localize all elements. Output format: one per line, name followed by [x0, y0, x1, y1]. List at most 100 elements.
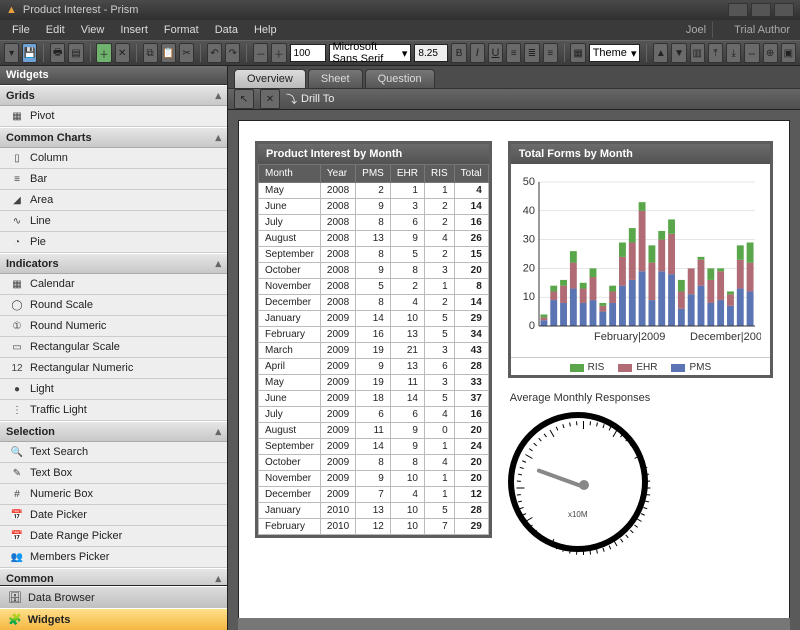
table-row[interactable]: December200884214: [259, 295, 489, 311]
table-row[interactable]: January20091410529: [259, 311, 489, 327]
align-right-icon[interactable]: ≡: [543, 43, 558, 63]
widget-item-bar[interactable]: ≡Bar: [0, 169, 227, 190]
widget-item-light[interactable]: ●Light: [0, 379, 227, 400]
table-row[interactable]: May20082114: [259, 183, 489, 199]
undo-icon[interactable]: ↶: [207, 43, 222, 63]
widget-item-pivot[interactable]: ▦Pivot: [0, 106, 227, 127]
menu-edit[interactable]: Edit: [38, 22, 73, 38]
chart-card[interactable]: Total Forms by Month 01020304050February…: [508, 141, 773, 378]
widget-item-column[interactable]: ▯Column: [0, 148, 227, 169]
preview-icon[interactable]: ▤: [68, 43, 83, 63]
window-maximize[interactable]: [751, 3, 771, 17]
cancel-icon[interactable]: ✕: [260, 89, 280, 109]
table-row[interactable]: November2009910120: [259, 471, 489, 487]
font-combo[interactable]: Microsoft Sans Serif▾: [329, 44, 412, 62]
theme-combo[interactable]: Theme ▾: [589, 44, 641, 62]
zoom-out-icon[interactable]: －: [253, 43, 268, 63]
table-row[interactable]: September200885215: [259, 247, 489, 263]
bold-icon[interactable]: B: [451, 43, 466, 63]
table-row[interactable]: April2009913628: [259, 359, 489, 375]
table-row[interactable]: September2009149124: [259, 439, 489, 455]
menu-insert[interactable]: Insert: [112, 22, 156, 38]
widget-item-round-scale[interactable]: ◯Round Scale: [0, 295, 227, 316]
drill-button[interactable]: ⤵Drill To: [286, 91, 334, 107]
table-row[interactable]: October200898320: [259, 263, 489, 279]
widget-item-members-picker[interactable]: 👥Members Picker: [0, 547, 227, 568]
align-center-icon[interactable]: ≣: [524, 43, 539, 63]
widget-item-round-numeric[interactable]: ①Round Numeric: [0, 316, 227, 337]
italic-icon[interactable]: I: [470, 43, 485, 63]
paste-icon[interactable]: 📋: [161, 43, 176, 63]
gauge-widget[interactable]: x10M: [508, 412, 648, 552]
table-row[interactable]: October200988420: [259, 455, 489, 471]
menu-data[interactable]: Data: [207, 22, 246, 38]
table-row[interactable]: November20085218: [259, 279, 489, 295]
table-row[interactable]: February20101210729: [259, 519, 489, 535]
tab-overview[interactable]: Overview: [234, 69, 306, 88]
table-row[interactable]: June20091814537: [259, 391, 489, 407]
widget-item-traffic-light[interactable]: ⋮Traffic Light: [0, 400, 227, 421]
table-row[interactable]: July200966416: [259, 407, 489, 423]
category-indicators[interactable]: Indicators▴: [0, 253, 227, 274]
delete-icon[interactable]: ✕: [115, 43, 130, 63]
border-icon[interactable]: ▦: [570, 43, 585, 63]
widget-item-numeric-box[interactable]: #Numeric Box: [0, 484, 227, 505]
table-row[interactable]: May20091911333: [259, 375, 489, 391]
table-row[interactable]: December200974112: [259, 487, 489, 503]
category-grids[interactable]: Grids▴: [0, 85, 227, 106]
group-icon[interactable]: ▣: [781, 43, 796, 63]
cut-icon[interactable]: ✂: [179, 43, 194, 63]
table-row[interactable]: March20091921343: [259, 343, 489, 359]
table-row[interactable]: February20091613534: [259, 327, 489, 343]
widget-item-line[interactable]: ∿Line: [0, 211, 227, 232]
menu-format[interactable]: Format: [156, 22, 207, 38]
category-common[interactable]: Common▴: [0, 568, 227, 585]
menu-file[interactable]: File: [4, 22, 38, 38]
table-row[interactable]: June200893214: [259, 199, 489, 215]
widget-item-text-box[interactable]: ✎Text Box: [0, 463, 227, 484]
menu-view[interactable]: View: [73, 22, 113, 38]
zoom-in-icon[interactable]: ＋: [271, 43, 286, 63]
save-icon[interactable]: 💾: [22, 43, 37, 63]
table-row[interactable]: August2008139426: [259, 231, 489, 247]
align-top-icon[interactable]: ⤒: [708, 43, 723, 63]
widget-item-text-search[interactable]: 🔍Text Search: [0, 442, 227, 463]
category-selection[interactable]: Selection▴: [0, 421, 227, 442]
pointer-icon[interactable]: ↖: [234, 89, 254, 109]
zoom-input[interactable]: [290, 44, 326, 62]
category-common-charts[interactable]: Common Charts▴: [0, 127, 227, 148]
redo-icon[interactable]: ↷: [225, 43, 240, 63]
widget-item-pie[interactable]: ◔Pie: [0, 232, 227, 253]
table-row[interactable]: January20101310528: [259, 503, 489, 519]
new-icon[interactable]: ▾: [4, 43, 19, 63]
table-row[interactable]: July200886216: [259, 215, 489, 231]
layer-front-icon[interactable]: ▲: [653, 43, 668, 63]
align-bottom-icon[interactable]: ⤓: [726, 43, 741, 63]
print-icon[interactable]: 🖶: [50, 43, 65, 63]
window-minimize[interactable]: [728, 3, 748, 17]
center-icon[interactable]: ⊕: [763, 43, 778, 63]
widget-item-date-range-picker[interactable]: 📅Date Range Picker: [0, 526, 227, 547]
distribute-icon[interactable]: ⇔: [744, 43, 759, 63]
bottom-tab-data-browser[interactable]: 🗄Data Browser: [0, 586, 227, 608]
align-left-icon[interactable]: ≡: [506, 43, 521, 63]
table-row[interactable]: August2009119020: [259, 423, 489, 439]
horizontal-scrollbar[interactable]: [238, 618, 790, 630]
copy-icon[interactable]: ⧉: [143, 43, 158, 63]
layer-back-icon[interactable]: ▼: [671, 43, 686, 63]
window-close[interactable]: [774, 3, 794, 17]
align-grid-icon[interactable]: ▥: [690, 43, 705, 63]
tab-question[interactable]: Question: [365, 69, 435, 88]
design-canvas[interactable]: Product Interest by Month MonthYearPMSEH…: [238, 120, 790, 624]
widget-item-calendar[interactable]: ▦Calendar: [0, 274, 227, 295]
widget-item-rectangular-numeric[interactable]: 12Rectangular Numeric: [0, 358, 227, 379]
add-icon[interactable]: ＋: [96, 43, 111, 63]
tab-sheet[interactable]: Sheet: [308, 69, 363, 88]
table-card[interactable]: Product Interest by Month MonthYearPMSEH…: [255, 141, 492, 538]
underline-icon[interactable]: U: [488, 43, 503, 63]
widget-item-area[interactable]: ◢Area: [0, 190, 227, 211]
widget-item-date-picker[interactable]: 📅Date Picker: [0, 505, 227, 526]
widget-item-rectangular-scale[interactable]: ▭Rectangular Scale: [0, 337, 227, 358]
fontsize-input[interactable]: [414, 44, 448, 62]
menu-help[interactable]: Help: [246, 22, 285, 38]
